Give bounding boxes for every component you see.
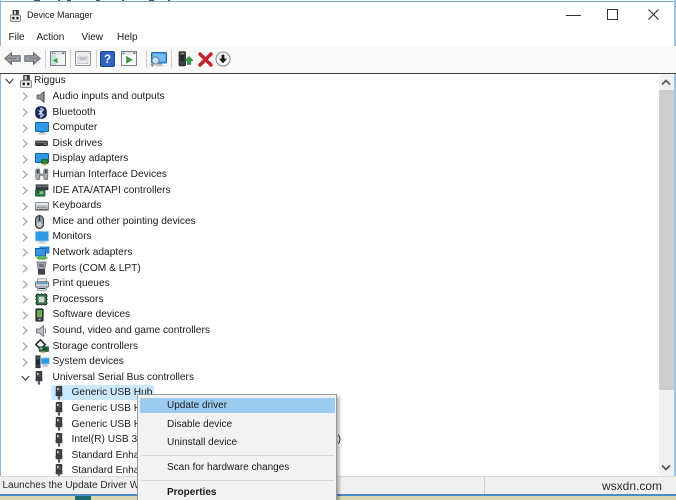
svg-text:?: ?	[104, 54, 111, 66]
